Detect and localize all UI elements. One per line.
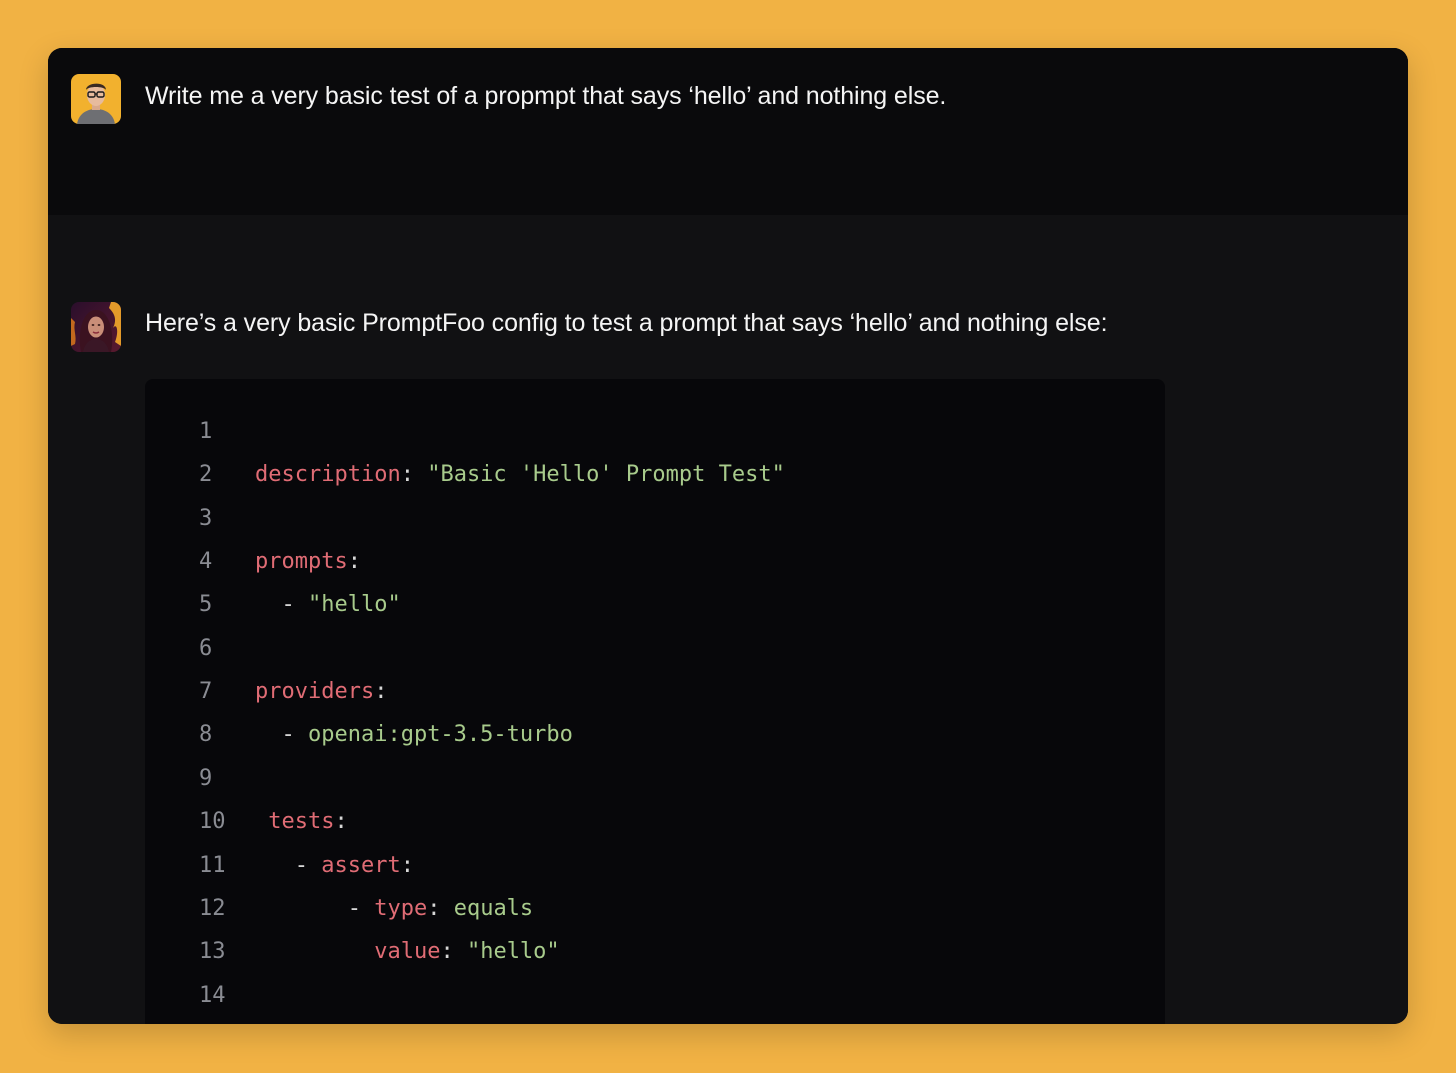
- code-line: 11 - assert:: [145, 849, 1165, 883]
- code-token: -: [255, 592, 308, 618]
- code-line: 10 tests:: [145, 805, 1165, 839]
- code-token: "hello": [466, 939, 560, 965]
- line-number: 1: [199, 419, 213, 444]
- code-token: openai:gpt-3.5-turbo: [307, 722, 573, 748]
- assistant-message: Here’s a very basic PromptFoo config to …: [48, 215, 1408, 1024]
- code-token: "hello": [307, 592, 401, 618]
- code-line: 4 prompts:: [145, 545, 1165, 579]
- code-line: 1: [145, 415, 1165, 449]
- code-token: :: [440, 939, 467, 965]
- code-text: - openai:gpt-3.5-turbo: [255, 718, 573, 752]
- code-text: description: "Basic 'Hello' Prompt Test": [255, 458, 785, 492]
- user-message-text: Write me a very basic test of a propmpt …: [145, 82, 947, 110]
- user-avatar: [71, 74, 121, 124]
- code-text: value: "hello": [255, 935, 560, 969]
- code-block: 1 2 description: "Basic 'Hello' Prompt Tes…: [145, 379, 1165, 1024]
- code-token: :: [374, 679, 388, 705]
- code-line: 3: [145, 502, 1165, 536]
- line-number: 6: [199, 635, 213, 661]
- line-number: 7: [199, 679, 213, 705]
- code-token: type: [374, 895, 428, 921]
- code-token: -: [255, 722, 308, 748]
- code-text: - assert:: [255, 849, 414, 883]
- code-token: description: [255, 462, 401, 488]
- code-text: prompts:: [255, 545, 361, 579]
- code-line: 7 providers:: [145, 675, 1165, 709]
- line-number: 9: [199, 765, 213, 791]
- code-token: tests: [255, 809, 335, 835]
- code-line: 2 description: "Basic 'Hello' Prompt Test…: [145, 458, 1165, 492]
- line-number: 3: [199, 505, 213, 531]
- line-number: 14: [199, 982, 226, 1008]
- code-line: 13 value: "hello": [145, 935, 1165, 969]
- assistant-avatar: [71, 302, 121, 352]
- chat-window: Write me a very basic test of a propmpt …: [48, 48, 1408, 1024]
- code-line: 14: [145, 979, 1165, 1013]
- line-number: 12: [199, 895, 226, 921]
- line-number: 4: [199, 549, 213, 575]
- code-line: 9: [145, 762, 1165, 796]
- code-text: providers:: [255, 675, 387, 709]
- code-token: :: [427, 895, 454, 921]
- code-text: - type: equals: [255, 892, 533, 926]
- code-token: equals: [453, 895, 534, 921]
- line-number: 2: [199, 462, 213, 488]
- code-token: :: [400, 462, 428, 488]
- code-text: - "hello": [255, 588, 401, 622]
- line-number: 10: [199, 809, 226, 835]
- code-text: tests:: [255, 805, 348, 839]
- code-line: 8 - openai:gpt-3.5-turbo: [145, 718, 1165, 752]
- code-line: 5 - "hello": [145, 588, 1165, 622]
- code-line: 6: [145, 632, 1165, 666]
- line-number: 5: [199, 592, 213, 618]
- code-token: prompts: [255, 549, 348, 575]
- code-token: providers: [255, 679, 375, 705]
- user-message: Write me a very basic test of a propmpt …: [48, 48, 1408, 215]
- code-token: value: [374, 939, 441, 965]
- code-token: :: [347, 549, 361, 575]
- code-token: "Basic 'Hello' Prompt Test": [427, 462, 785, 488]
- code-line: 12 - type: equals: [145, 892, 1165, 926]
- line-number: 8: [199, 722, 213, 748]
- line-number: 11: [199, 852, 226, 878]
- assistant-message-text: Here’s a very basic PromptFoo config to …: [145, 309, 1108, 337]
- code-token: -: [255, 895, 375, 921]
- code-token: :: [400, 852, 414, 878]
- code-token: :: [334, 809, 348, 835]
- code-token: -: [255, 852, 322, 878]
- line-number: 13: [199, 939, 226, 965]
- code-token: assert: [321, 852, 401, 878]
